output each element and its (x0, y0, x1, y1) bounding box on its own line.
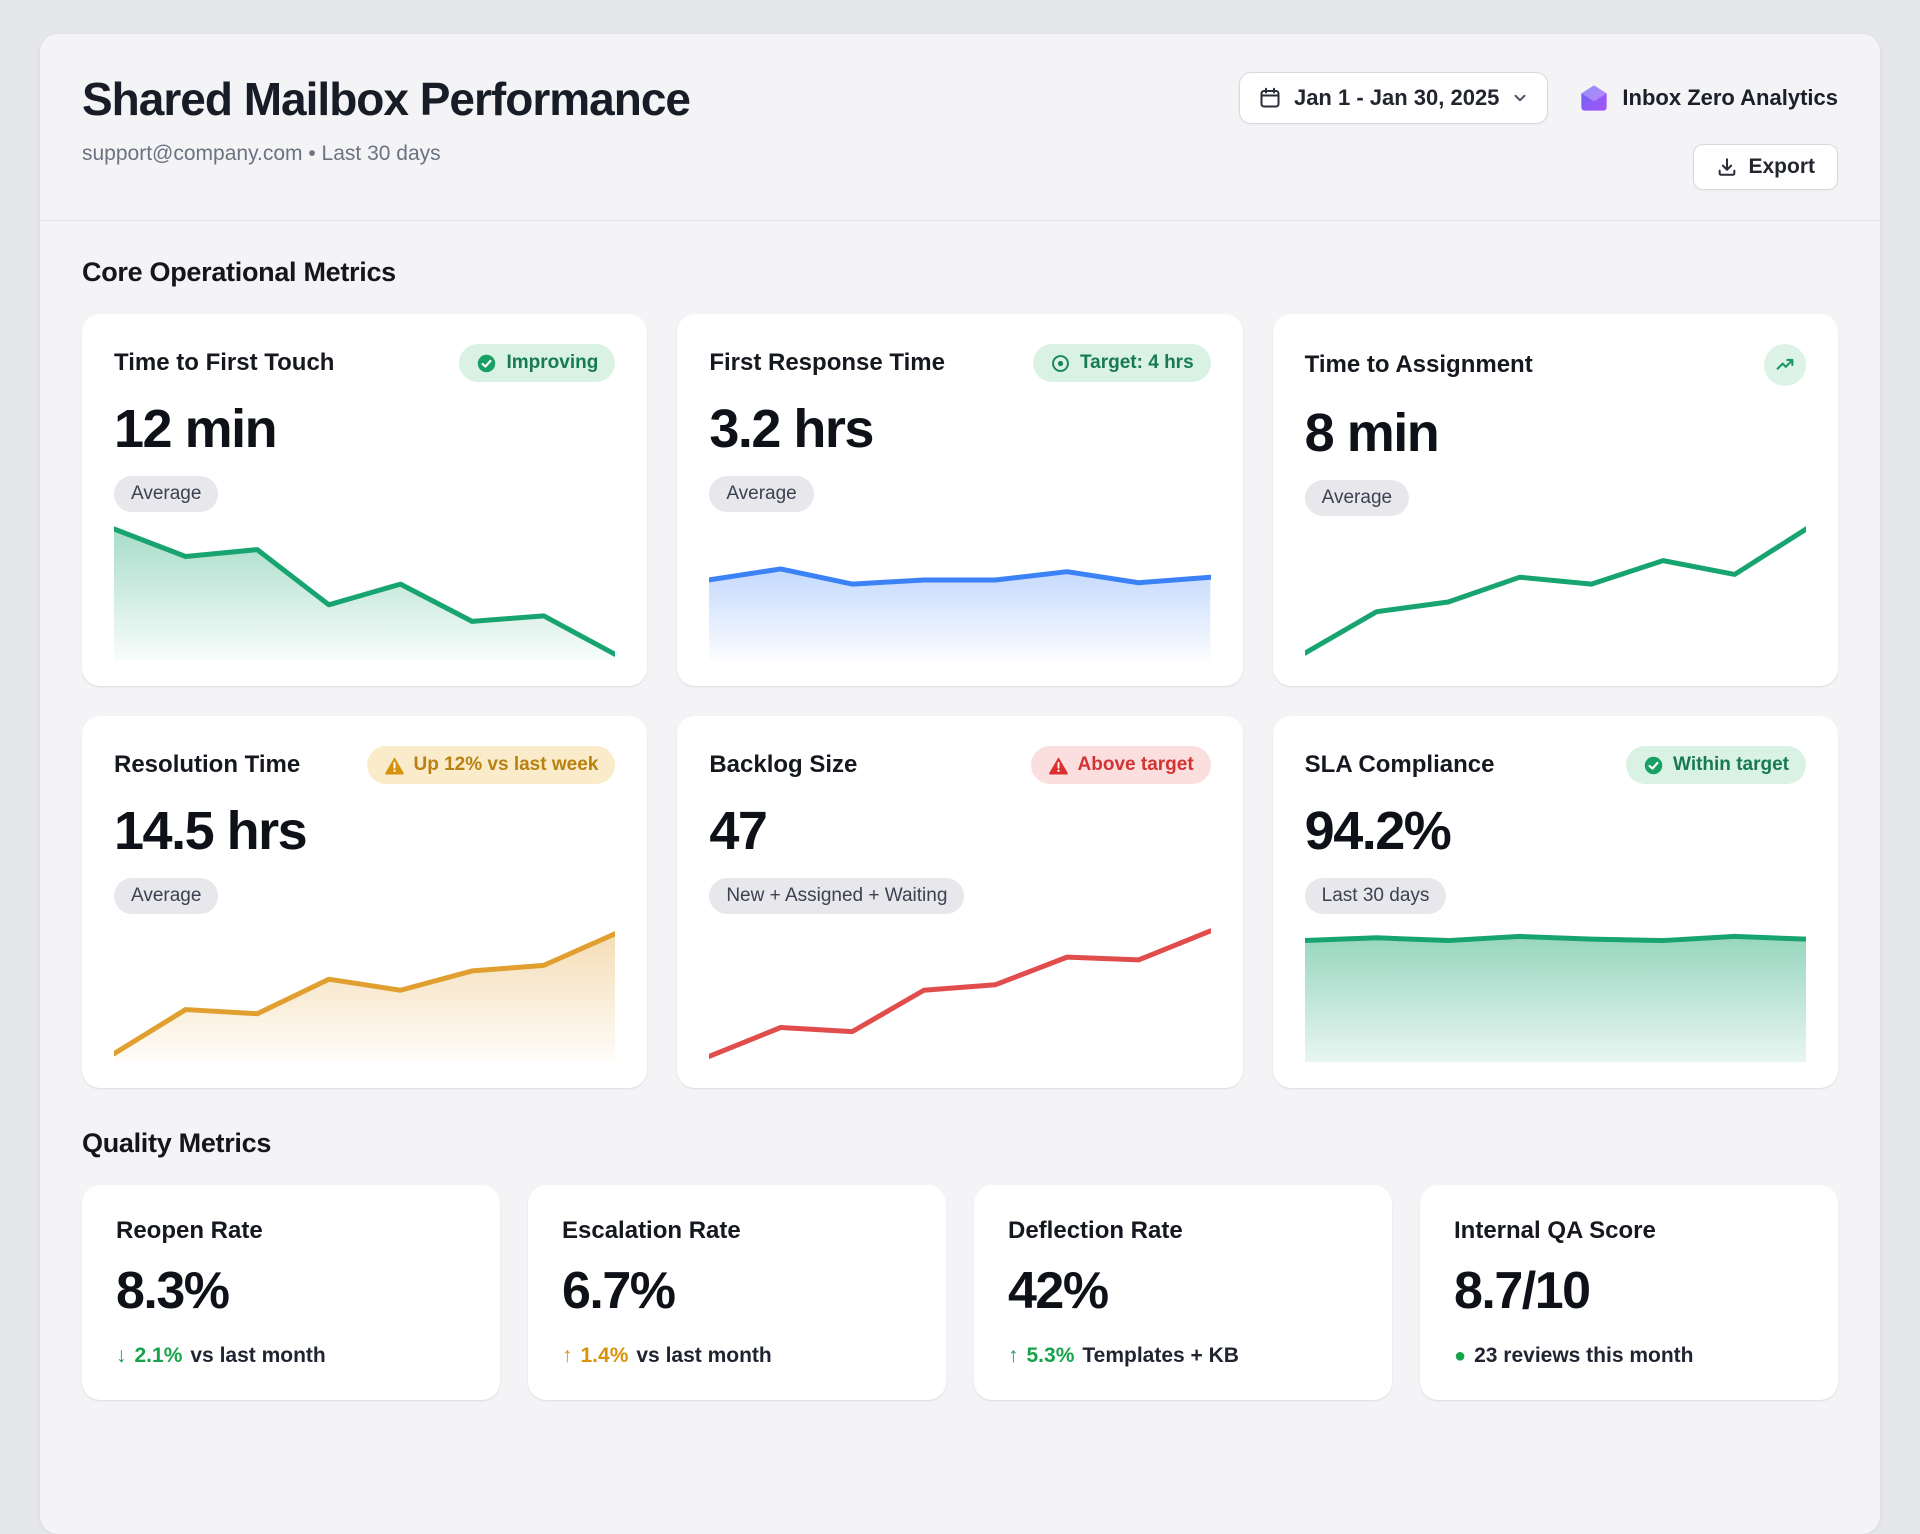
warning-triangle-icon (384, 755, 405, 776)
status-dot-icon: ● (1454, 1345, 1466, 1368)
metric-value: 3.2 hrs (709, 398, 1210, 460)
quality-card-deflection-rate: Deflection Rate 42% ↑ 5.3% Templates + K… (974, 1185, 1392, 1400)
status-badge-improving: Improving (459, 344, 615, 382)
delta-percent: 5.3% (1027, 1344, 1075, 1368)
check-circle-icon (476, 353, 497, 374)
quality-card-internal-qa-score: Internal QA Score 8.7/10 ● 23 reviews th… (1420, 1185, 1838, 1400)
metric-title: Reopen Rate (116, 1217, 466, 1245)
trend-up-badge (1764, 344, 1806, 386)
check-circle-icon (1643, 755, 1664, 776)
dashboard-container: Shared Mailbox Performance support@compa… (40, 34, 1880, 1534)
metric-value: 8.7/10 (1454, 1261, 1804, 1321)
badge-label: Improving (506, 352, 598, 374)
main-content: Core Operational Metrics Time to First T… (40, 221, 1880, 1436)
metric-card-first-response-time: First Response Time Target: 4 hrs 3.2 hr… (677, 314, 1242, 686)
header-right: Jan 1 - Jan 30, 2025 (1239, 72, 1838, 190)
page-title: Shared Mailbox Performance (82, 72, 690, 126)
metric-value: 47 (709, 800, 1210, 862)
section-title-quality: Quality Metrics (82, 1128, 1838, 1159)
delta-percent: 1.4% (581, 1344, 629, 1368)
inbox-zero-logo-icon (1578, 82, 1610, 114)
metric-card-backlog-size: Backlog Size Above target 47 New + (677, 716, 1242, 1088)
export-label: Export (1748, 155, 1815, 179)
delta-row: ↑ 1.4% vs last month (562, 1344, 912, 1368)
quality-card-reopen-rate: Reopen Rate 8.3% ↓ 2.1% vs last month (82, 1185, 500, 1400)
delta-percent: 2.1% (135, 1344, 183, 1368)
metric-context-pill: Average (709, 476, 813, 512)
export-button[interactable]: Export (1693, 144, 1838, 190)
metric-value: 6.7% (562, 1261, 912, 1321)
metric-title: Time to Assignment (1305, 351, 1533, 379)
calendar-icon (1258, 86, 1282, 110)
status-badge-warning: Up 12% vs last week (367, 746, 616, 784)
delta-text: vs last month (636, 1344, 771, 1368)
page-subtitle: support@company.com • Last 30 days (82, 142, 690, 166)
badge-label: Above target (1078, 754, 1194, 776)
metric-value: 42% (1008, 1261, 1358, 1321)
metric-value: 8.3% (116, 1261, 466, 1321)
delta-row: ↓ 2.1% vs last month (116, 1344, 466, 1368)
metric-context-pill: Average (114, 878, 218, 914)
quality-card-escalation-rate: Escalation Rate 6.7% ↑ 1.4% vs last mont… (528, 1185, 946, 1400)
metric-card-time-to-first-touch: Time to First Touch Improving 12 min Ave… (82, 314, 647, 686)
delta-row: ● 23 reviews this month (1454, 1344, 1804, 1368)
metric-title: First Response Time (709, 349, 945, 377)
trend-up-icon (1774, 354, 1796, 376)
metric-context-pill: Last 30 days (1305, 878, 1447, 914)
header-left: Shared Mailbox Performance support@compa… (82, 72, 690, 166)
badge-label: Up 12% vs last week (414, 754, 599, 776)
delta-text: vs last month (190, 1344, 325, 1368)
metric-value: 12 min (114, 398, 615, 460)
sparkline-chart (114, 924, 615, 1062)
target-icon (1050, 353, 1071, 374)
metric-title: Internal QA Score (1454, 1217, 1804, 1245)
metric-context-pill: Average (114, 476, 218, 512)
metric-value: 94.2% (1305, 800, 1806, 862)
metric-card-time-to-assignment: Time to Assignment 8 min Average (1273, 314, 1838, 686)
arrow-up-icon: ↑ (1008, 1344, 1019, 1368)
badge-label: Target: 4 hrs (1080, 352, 1194, 374)
arrow-up-icon: ↑ (562, 1344, 573, 1368)
sparkline-chart (1305, 924, 1806, 1062)
metric-title: Resolution Time (114, 751, 300, 779)
download-icon (1716, 156, 1738, 178)
metric-title: Deflection Rate (1008, 1217, 1358, 1245)
status-badge-within-target: Within target (1626, 746, 1806, 784)
section-title-core: Core Operational Metrics (82, 257, 1838, 288)
metric-title: Time to First Touch (114, 349, 334, 377)
sparkline-chart (1305, 522, 1806, 660)
delta-text: Templates + KB (1082, 1344, 1239, 1368)
metric-card-resolution-time: Resolution Time Up 12% vs last week 14.5… (82, 716, 647, 1088)
sparkline-chart (709, 924, 1210, 1062)
metric-title: Backlog Size (709, 751, 857, 779)
arrow-down-icon: ↓ (116, 1344, 127, 1368)
metric-card-sla-compliance: SLA Compliance Within target 94.2% Last … (1273, 716, 1838, 1088)
metric-title: Escalation Rate (562, 1217, 912, 1245)
metric-value: 8 min (1305, 402, 1806, 464)
sparkline-chart (114, 522, 615, 660)
header: Shared Mailbox Performance support@compa… (40, 34, 1880, 221)
delta-row: ↑ 5.3% Templates + KB (1008, 1344, 1358, 1368)
delta-text: 23 reviews this month (1474, 1344, 1693, 1368)
quality-metrics-grid: Reopen Rate 8.3% ↓ 2.1% vs last month Es… (82, 1185, 1838, 1400)
sparkline-chart (709, 522, 1210, 660)
date-range-label: Jan 1 - Jan 30, 2025 (1294, 85, 1499, 111)
metric-context-pill: New + Assigned + Waiting (709, 878, 964, 914)
date-range-picker[interactable]: Jan 1 - Jan 30, 2025 (1239, 72, 1548, 124)
metric-context-pill: Average (1305, 480, 1409, 516)
metric-value: 14.5 hrs (114, 800, 615, 862)
brand-label: Inbox Zero Analytics (1622, 85, 1838, 111)
status-badge-target: Target: 4 hrs (1033, 344, 1211, 382)
core-metrics-grid: Time to First Touch Improving 12 min Ave… (82, 314, 1838, 1088)
status-badge-above-target: Above target (1031, 746, 1211, 784)
chevron-down-icon (1511, 89, 1529, 107)
warning-triangle-icon (1048, 755, 1069, 776)
badge-label: Within target (1673, 754, 1789, 776)
metric-title: SLA Compliance (1305, 751, 1495, 779)
brand: Inbox Zero Analytics (1578, 82, 1838, 114)
